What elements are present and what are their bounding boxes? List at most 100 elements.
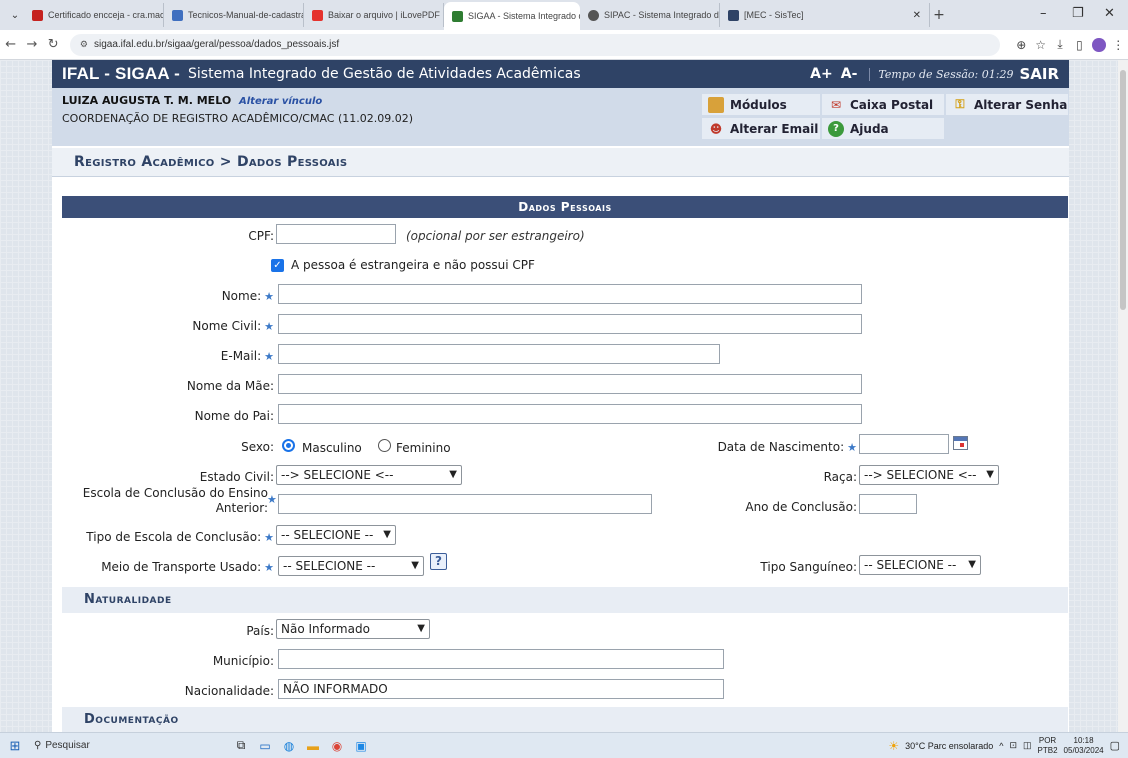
alter-vinculo-link[interactable]: Alterar vínculo bbox=[239, 96, 322, 107]
cpf-note: (opcional por ser estrangeiro) bbox=[406, 229, 585, 243]
alterar-senha-button[interactable]: ⚿ Alterar Senha bbox=[946, 94, 1068, 115]
transporte-select[interactable]: -- SELECIONE -- ▼ bbox=[278, 556, 424, 576]
browser-tab-strip: ⌄ Certificado encceja - cra.macei ✕ Tecn… bbox=[0, 0, 1128, 30]
chevron-down-icon: ▼ bbox=[968, 559, 976, 570]
foreign-checkbox[interactable]: ✓ bbox=[271, 259, 284, 272]
task-view-icon[interactable]: ⧉ bbox=[230, 737, 252, 755]
nome-civil-input[interactable] bbox=[278, 314, 862, 334]
weather-text[interactable]: 30°C Parc ensolarado bbox=[905, 741, 993, 751]
chrome-icon[interactable]: ◉ bbox=[326, 737, 348, 755]
required-star-icon: ★ bbox=[264, 290, 274, 303]
windows-taskbar: ⊞ ⚲ Pesquisar ⧉ ▭ ◍ ▬ ◉ ▣ ☀ 30°C Parc en… bbox=[0, 732, 1128, 758]
nome-input[interactable] bbox=[278, 284, 862, 304]
tipo-escola-select[interactable]: -- SELECIONE -- ▼ bbox=[276, 525, 396, 545]
user-info-bar: LUIZA AUGUSTA T. M. MELO Alterar vínculo… bbox=[52, 88, 1069, 146]
pais-select[interactable]: Não Informado ▼ bbox=[276, 619, 430, 639]
nome-mae-input[interactable] bbox=[278, 374, 862, 394]
minimize-icon[interactable]: – bbox=[1040, 6, 1047, 21]
cpf-input[interactable] bbox=[276, 224, 396, 244]
font-decrease-button[interactable]: A- bbox=[841, 66, 858, 82]
file-explorer-icon[interactable]: ▭ bbox=[254, 737, 276, 755]
dados-pessoais-form: Dados Pessoais CPF: (opcional por ser es… bbox=[62, 196, 1068, 732]
estado-civil-label: Estado Civil: bbox=[199, 470, 274, 484]
browser-tab-active[interactable]: SIGAA - Sistema Integrado de G ✕ bbox=[444, 2, 580, 30]
raca-select[interactable]: --> SELECIONE <-- ▼ bbox=[859, 465, 999, 485]
municipio-input[interactable] bbox=[278, 649, 724, 669]
raca-label: Raça: bbox=[823, 470, 857, 484]
session-timer: Tempo de Sessão: 01:29 bbox=[869, 67, 1013, 81]
data-nascimento-input[interactable] bbox=[859, 434, 949, 454]
new-tab-icon[interactable]: + bbox=[930, 7, 948, 23]
required-star-icon: ★ bbox=[264, 561, 274, 574]
tab-close-icon[interactable]: ✕ bbox=[907, 10, 921, 21]
caixa-postal-button[interactable]: ✉ Caixa Postal bbox=[822, 94, 944, 115]
reload-icon[interactable]: ↻ bbox=[43, 37, 64, 52]
required-star-icon: ★ bbox=[847, 441, 857, 454]
required-star-icon: ★ bbox=[264, 320, 274, 333]
browser-tab[interactable]: SIPAC - Sistema Integrado de P ✕ bbox=[580, 3, 720, 27]
address-bar[interactable]: ⚙ sigaa.ifal.edu.br/sigaa/geral/pessoa/d… bbox=[69, 33, 1000, 56]
pais-label: País: bbox=[246, 624, 274, 638]
notifications-icon[interactable]: ▢ bbox=[1110, 739, 1120, 752]
forward-icon[interactable]: → bbox=[21, 37, 42, 52]
search-icon: ⚲ bbox=[34, 740, 42, 751]
radio-masculino[interactable] bbox=[282, 439, 295, 452]
scrollbar-thumb[interactable] bbox=[1120, 70, 1126, 310]
sangue-select[interactable]: -- SELECIONE -- ▼ bbox=[859, 555, 981, 575]
page-scrollbar[interactable] bbox=[1118, 60, 1128, 732]
taskbar-clock[interactable]: 10:18 05/03/2024 bbox=[1064, 736, 1104, 756]
site-info-icon[interactable]: ⚙ bbox=[80, 39, 88, 50]
nascimento-label: Data de Nascimento: ★ bbox=[717, 440, 857, 454]
nome-pai-input[interactable] bbox=[278, 404, 862, 424]
browser-tab[interactable]: Certificado encceja - cra.macei ✕ bbox=[24, 3, 164, 27]
help-icon[interactable]: ? bbox=[430, 553, 447, 570]
calendar-icon[interactable] bbox=[953, 436, 968, 450]
profile-avatar-icon[interactable] bbox=[1092, 37, 1106, 52]
nacionalidade-input[interactable]: NÃO INFORMADO bbox=[278, 679, 724, 699]
ajuda-button[interactable]: ? Ajuda bbox=[822, 118, 944, 139]
browser-tab[interactable]: Baixar o arquivo | iLovePDF ✕ bbox=[304, 3, 444, 27]
close-window-icon[interactable]: ✕ bbox=[1104, 6, 1115, 21]
network-icon[interactable]: ⊡ bbox=[1009, 740, 1017, 751]
tray-chevron-icon[interactable]: ^ bbox=[999, 741, 1003, 751]
system-header: IFAL - SIGAA - Sistema Integrado de Gest… bbox=[52, 60, 1069, 88]
escola-input[interactable] bbox=[278, 494, 652, 514]
naturalidade-section-title: Naturalidade bbox=[62, 587, 1068, 613]
store-icon[interactable]: ▣ bbox=[350, 737, 372, 755]
browser-tab[interactable]: Tecnicos-Manual-de-cadastram ✕ bbox=[164, 3, 304, 27]
folder-icon[interactable]: ▬ bbox=[302, 737, 324, 755]
alterar-email-button[interactable]: ☻ Alterar Email bbox=[702, 118, 820, 139]
bookmark-star-icon[interactable]: ☆ bbox=[1031, 38, 1050, 52]
windows-start-icon[interactable]: ⊞ bbox=[0, 738, 30, 754]
url-text[interactable]: sigaa.ifal.edu.br/sigaa/geral/pessoa/dad… bbox=[94, 39, 339, 50]
system-brand[interactable]: IFAL - SIGAA - bbox=[52, 64, 180, 84]
logout-button[interactable]: SAIR bbox=[1019, 65, 1059, 83]
download-icon[interactable]: ⤓ bbox=[1050, 37, 1069, 52]
ano-conclusao-label: Ano de Conclusão: bbox=[745, 500, 857, 514]
sexo-label: Sexo: bbox=[241, 440, 274, 454]
language-indicator[interactable]: POR PTB2 bbox=[1038, 736, 1058, 756]
font-increase-button[interactable]: A+ bbox=[810, 66, 833, 82]
user-unit: COORDENAÇÃO DE REGISTRO ACADÊMICO/CMAC (… bbox=[62, 112, 414, 125]
email-input[interactable] bbox=[278, 344, 720, 364]
masculino-label: Masculino bbox=[302, 441, 362, 455]
weather-icon: ☀ bbox=[888, 738, 900, 753]
breadcrumb-bar: Registro Acadêmico > Dados Pessoais bbox=[52, 148, 1069, 177]
radio-feminino[interactable] bbox=[378, 439, 391, 452]
gmail-favicon-icon bbox=[32, 9, 43, 21]
ano-conclusao-input[interactable] bbox=[859, 494, 917, 514]
estado-civil-select[interactable]: --> SELECIONE <-- ▼ bbox=[276, 465, 462, 485]
edge-icon[interactable]: ◍ bbox=[278, 737, 300, 755]
page-viewport: IFAL - SIGAA - Sistema Integrado de Gest… bbox=[0, 60, 1128, 732]
browser-menu-icon[interactable]: ⋮ bbox=[1109, 38, 1128, 52]
taskbar-search[interactable]: ⚲ Pesquisar bbox=[30, 736, 170, 756]
back-icon[interactable]: ← bbox=[0, 37, 21, 52]
zoom-icon[interactable]: ⊕ bbox=[1012, 38, 1031, 52]
sidebar-icon[interactable]: ▯ bbox=[1070, 38, 1089, 52]
modulos-button[interactable]: Módulos bbox=[702, 94, 820, 115]
speaker-icon[interactable]: ◫ bbox=[1023, 740, 1032, 751]
browser-tab[interactable]: [MEC - SisTec] ✕ bbox=[720, 3, 930, 27]
required-star-icon: ★ bbox=[264, 531, 274, 544]
tab-search-icon[interactable]: ⌄ bbox=[6, 10, 24, 21]
restore-icon[interactable]: ❐ bbox=[1072, 6, 1084, 21]
